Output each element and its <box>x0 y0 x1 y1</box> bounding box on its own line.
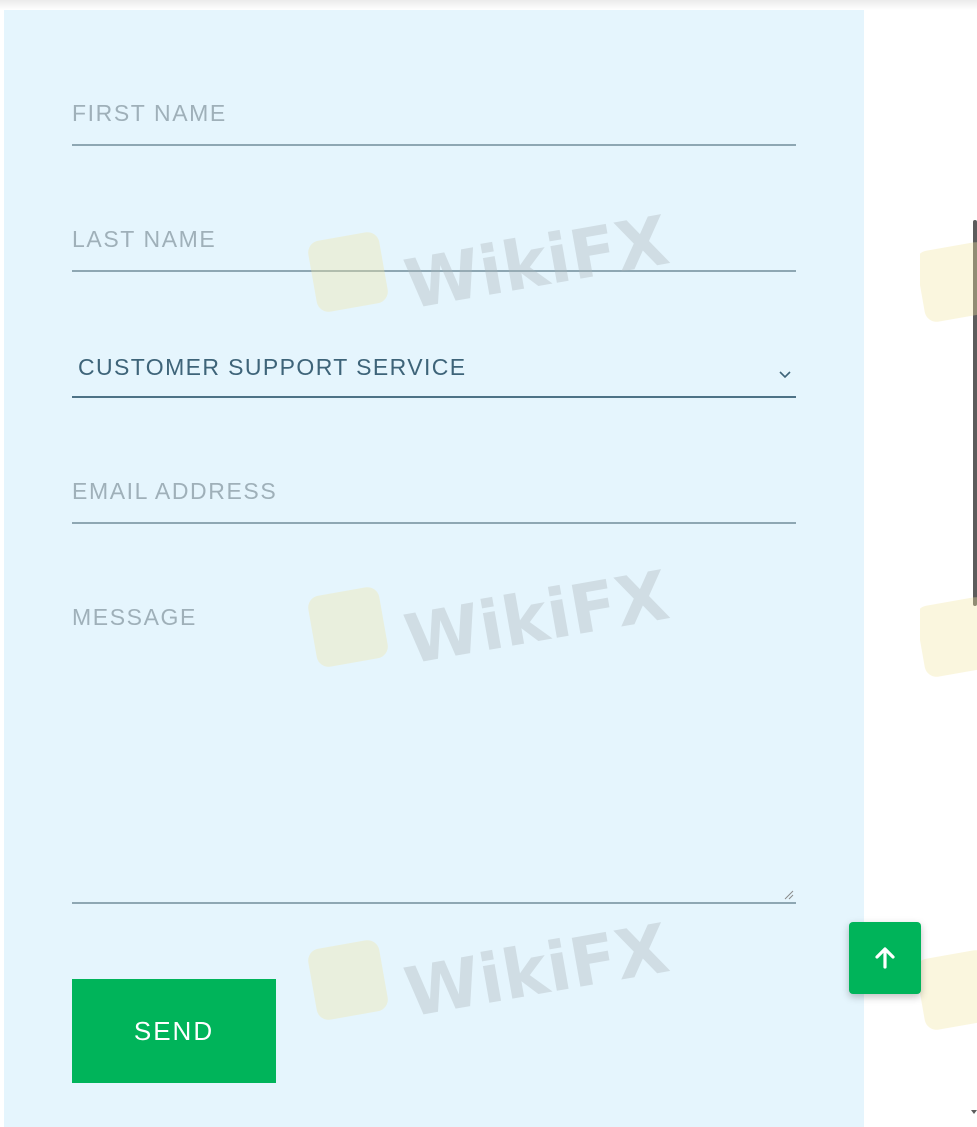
message-field[interactable]: MESSAGE <box>72 576 800 906</box>
chevron-down-icon <box>779 371 791 379</box>
top-shadow <box>0 0 977 10</box>
scroll-to-top-button[interactable] <box>849 922 921 994</box>
resize-handle-icon[interactable] <box>782 888 794 900</box>
last-name-field[interactable]: LAST NAME <box>72 198 800 272</box>
department-selected-value: CUSTOMER SUPPORT SERVICE <box>78 354 467 380</box>
department-select[interactable]: CUSTOMER SUPPORT SERVICE <box>72 324 796 398</box>
first-name-field[interactable]: FIRST NAME <box>72 72 800 146</box>
scrollbar[interactable] <box>973 220 977 606</box>
email-field[interactable]: EMAIL ADDRESS <box>72 450 800 524</box>
send-button[interactable]: SEND <box>72 979 276 1083</box>
message-textarea[interactable] <box>72 576 800 906</box>
scroll-down-arrow-icon[interactable] <box>971 1109 977 1115</box>
last-name-input[interactable] <box>72 198 800 272</box>
arrow-up-icon <box>875 947 895 969</box>
contact-form-panel: FIRST NAME LAST NAME CUSTOMER SUPPORT SE… <box>4 10 864 1127</box>
first-name-input[interactable] <box>72 72 800 146</box>
email-input[interactable] <box>72 450 800 524</box>
